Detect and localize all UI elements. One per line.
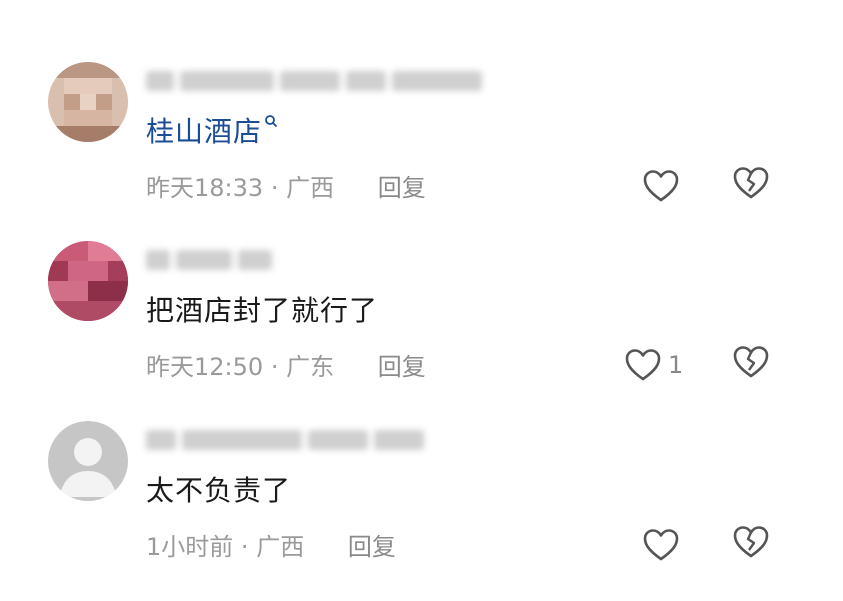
comment-location: 广东 (286, 353, 335, 381)
search-icon (264, 114, 278, 128)
comment-meta: 昨天12:50 · 广东 回复 (146, 349, 426, 385)
username-blurred[interactable] (146, 427, 424, 453)
comment-text[interactable]: 太不负责了 (146, 474, 291, 507)
like-button[interactable] (642, 525, 686, 565)
avatar[interactable] (48, 421, 128, 501)
like-button[interactable]: 1 (624, 345, 683, 385)
comment-item: 桂山酒店 昨天18:33 · 广西 回复 (0, 62, 843, 242)
comment-meta: 昨天18:33 · 广西 回复 (146, 170, 426, 206)
reply-button[interactable]: 回复 (378, 174, 426, 202)
comment-text[interactable]: 桂山酒店 (146, 115, 262, 148)
avatar[interactable] (48, 62, 128, 142)
meta-separator: · (270, 174, 279, 202)
heart-icon (624, 348, 662, 382)
comment-item: 把酒店封了就行了 昨天12:50 · 广东 回复 1 (0, 241, 843, 421)
comment-meta: 1小时前 · 广西 回复 (146, 529, 396, 565)
meta-separator: · (270, 353, 279, 381)
broken-heart-icon (733, 167, 769, 199)
username-blurred[interactable] (146, 247, 272, 273)
meta-separator: · (240, 533, 249, 561)
comment-content[interactable]: 太不负责了 (146, 471, 291, 511)
reply-button[interactable]: 回复 (378, 353, 426, 381)
dislike-button[interactable] (732, 166, 772, 206)
comment-time: 昨天18:33 (146, 174, 264, 202)
comment-location: 广西 (256, 533, 305, 561)
heart-icon (642, 169, 680, 203)
username-blurred[interactable] (146, 68, 482, 94)
comment-item: 太不负责了 1小时前 · 广西 回复 (0, 421, 843, 601)
avatar[interactable] (48, 241, 128, 321)
comment-time: 昨天12:50 (146, 353, 264, 381)
like-button[interactable] (642, 166, 686, 206)
comment-location: 广西 (286, 174, 335, 202)
heart-icon (642, 528, 680, 562)
dislike-button[interactable] (732, 345, 772, 385)
broken-heart-icon (733, 346, 769, 378)
broken-heart-icon (733, 526, 769, 558)
comment-content[interactable]: 桂山酒店 (146, 112, 278, 152)
dislike-button[interactable] (732, 525, 772, 565)
comment-text[interactable]: 把酒店封了就行了 (146, 294, 378, 327)
like-count: 1 (668, 351, 684, 379)
comment-content[interactable]: 把酒店封了就行了 (146, 291, 378, 331)
comment-time: 1小时前 (146, 533, 234, 561)
reply-button[interactable]: 回复 (348, 533, 396, 561)
